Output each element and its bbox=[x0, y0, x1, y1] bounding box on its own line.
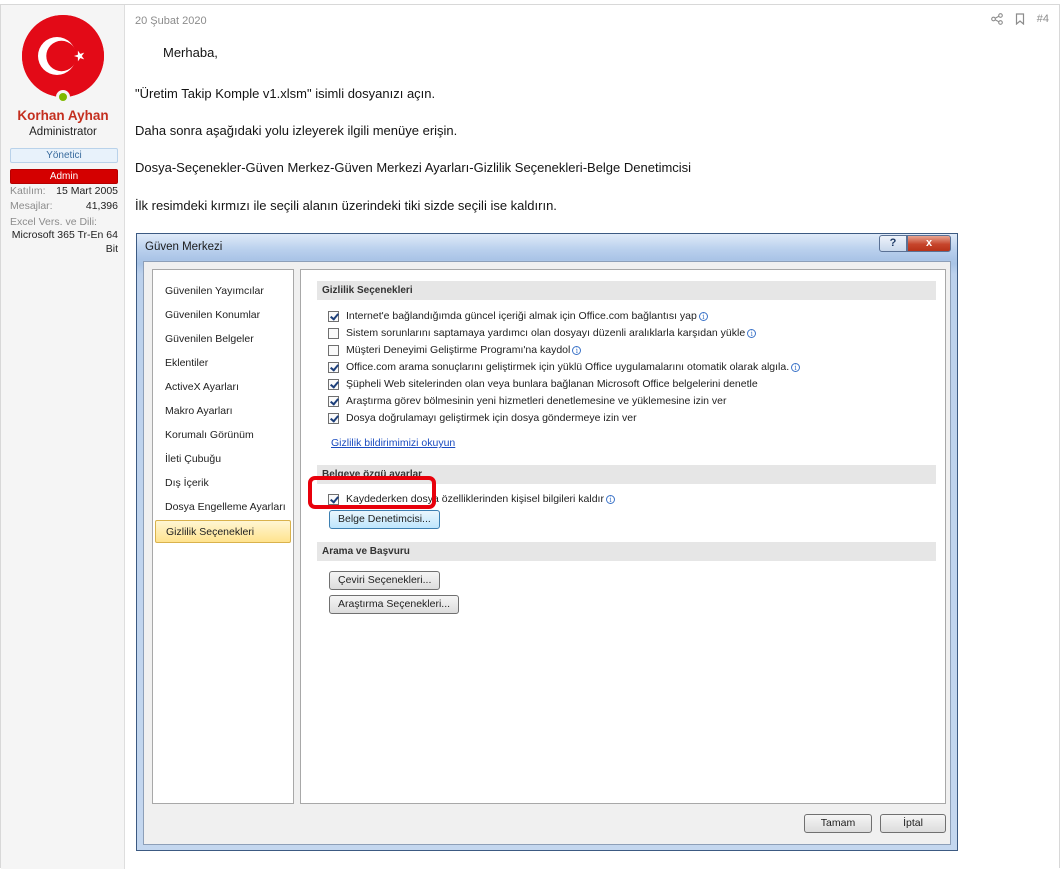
info-icon[interactable]: i bbox=[572, 345, 582, 355]
option-label: Dosya doğrulamayı geliştirmek için dosya… bbox=[346, 412, 637, 424]
user-sidebar: Korhan Ayhan Administrator Yönetici Admi… bbox=[1, 5, 125, 869]
option-label: Araştırma görev bölmesinin yeni hizmetle… bbox=[346, 395, 727, 407]
close-button[interactable]: x bbox=[907, 235, 951, 252]
red-highlight-box bbox=[308, 476, 436, 509]
message-count-label: Mesajlar: bbox=[10, 200, 53, 212]
option-online-content[interactable]: Internet'e bağlandığımda güncel içeriği … bbox=[328, 309, 708, 323]
checkbox[interactable] bbox=[328, 310, 339, 322]
checkbox[interactable] bbox=[328, 361, 339, 373]
paragraph-greeting: Merhaba, bbox=[163, 45, 218, 60]
excel-version-value: Microsoft 365 Tr-En 64 Bit bbox=[11, 229, 118, 255]
nav-item-trusted-documents[interactable]: Güvenilen Belgeler bbox=[155, 328, 291, 351]
nav-item-privacy-options[interactable]: Gizlilik Seçenekleri bbox=[155, 520, 291, 543]
post-date[interactable]: 20 Şubat 2020 bbox=[135, 15, 207, 27]
checkbox[interactable] bbox=[328, 327, 339, 339]
option-troubleshoot-file[interactable]: Sistem sorunlarını saptamaya yardımcı ol… bbox=[328, 326, 757, 340]
help-button[interactable]: ? bbox=[879, 235, 907, 252]
nav-item-trusted-publishers[interactable]: Güvenilen Yayımcılar bbox=[155, 280, 291, 303]
post-actions: #4 bbox=[990, 13, 1049, 25]
privacy-statement-link[interactable]: Gizlilik bildirimimizi okuyun bbox=[331, 437, 455, 449]
info-icon[interactable]: i bbox=[791, 362, 801, 372]
privacy-options-panel: Gizlilik Seçenekleri Internet'e bağlandı… bbox=[300, 269, 946, 804]
option-suspicious-sites[interactable]: Şüpheli Web sitelerinden olan veya bunla… bbox=[328, 377, 758, 391]
paragraph-follow-path: Daha sonra aşağıdaki yolu izleyerek ilgi… bbox=[135, 123, 458, 138]
username[interactable]: Korhan Ayhan bbox=[1, 108, 125, 123]
info-icon[interactable]: i bbox=[747, 328, 757, 338]
share-icon[interactable] bbox=[990, 13, 1003, 25]
paragraph-open-file: "Üretim Takip Komple v1.xlsm" isimli dos… bbox=[135, 86, 436, 101]
dialog-titlebar: Güven Merkezi ? x bbox=[137, 234, 957, 260]
checkbox[interactable] bbox=[328, 378, 339, 390]
join-date-row: Katılım: 15 Mart 2005 bbox=[10, 185, 118, 200]
nav-item-message-bar[interactable]: İleti Çubuğu bbox=[155, 448, 291, 471]
paragraph-menu-path: Dosya-Seçenekler-Güven Merkez-Güven Merk… bbox=[135, 160, 692, 175]
nav-item-macro[interactable]: Makro Ayarları bbox=[155, 400, 291, 423]
trust-center-nav: Güvenilen Yayımcılar Güvenilen Konumlar … bbox=[152, 269, 294, 804]
bookmark-icon[interactable] bbox=[1015, 13, 1025, 25]
option-detect-installed[interactable]: Office.com arama sonuçlarını geliştirmek… bbox=[328, 360, 801, 374]
option-label: Office.com arama sonuçlarını geliştirmek… bbox=[346, 361, 790, 373]
forum-post: Korhan Ayhan Administrator Yönetici Admi… bbox=[0, 4, 1060, 869]
option-label: Şüpheli Web sitelerinden olan veya bunla… bbox=[346, 378, 758, 390]
cancel-button[interactable]: İptal bbox=[880, 814, 946, 833]
checkbox[interactable] bbox=[328, 395, 339, 407]
option-label: Sistem sorunlarını saptamaya yardımcı ol… bbox=[346, 327, 746, 339]
info-icon[interactable]: i bbox=[698, 311, 708, 321]
ok-button[interactable]: Tamam bbox=[804, 814, 872, 833]
checkbox[interactable] bbox=[328, 412, 339, 424]
avatar[interactable] bbox=[22, 15, 104, 97]
option-label: Müşteri Deneyimi Geliştirme Programı'na … bbox=[346, 344, 571, 356]
user-title: Administrator bbox=[29, 126, 97, 138]
privacy-section-header: Gizlilik Seçenekleri bbox=[317, 281, 936, 300]
post-number[interactable]: #4 bbox=[1037, 13, 1049, 25]
dialog-body: Güvenilen Yayımcılar Güvenilen Konumlar … bbox=[143, 261, 951, 845]
info-icon[interactable]: i bbox=[605, 494, 615, 504]
titlebar-buttons: ? x bbox=[879, 235, 951, 252]
option-research-services[interactable]: Araştırma görev bölmesinin yeni hizmetle… bbox=[328, 394, 727, 408]
nav-item-trusted-locations[interactable]: Güvenilen Konumlar bbox=[155, 304, 291, 327]
research-section-header: Arama ve Başvuru bbox=[317, 542, 936, 561]
user-banner-yonetici: Yönetici bbox=[10, 148, 118, 163]
message-count-value: 41,396 bbox=[85, 200, 118, 212]
nav-item-protected-view[interactable]: Korumalı Görünüm bbox=[155, 424, 291, 447]
join-date-value: 15 Mart 2005 bbox=[56, 185, 118, 197]
research-options-button[interactable]: Araştırma Seçenekleri... bbox=[329, 595, 460, 614]
document-inspector-button[interactable]: Belge Denetimcisi... bbox=[329, 510, 440, 529]
option-label: Internet'e bağlandığımda güncel içeriği … bbox=[346, 310, 697, 322]
checkbox[interactable] bbox=[328, 344, 339, 356]
join-date-label: Katılım: bbox=[10, 185, 46, 197]
nav-item-external-content[interactable]: Dış İçerik bbox=[155, 472, 291, 495]
option-file-validation[interactable]: Dosya doğrulamayı geliştirmek için dosya… bbox=[328, 411, 637, 425]
translation-options-button[interactable]: Çeviri Seçenekleri... bbox=[329, 571, 441, 590]
nav-item-file-block[interactable]: Dosya Engelleme Ayarları bbox=[155, 496, 291, 519]
trust-center-screenshot[interactable]: Güven Merkezi ? x Güvenilen Yayımcılar G… bbox=[136, 233, 958, 851]
dialog-title: Güven Merkezi bbox=[145, 241, 223, 253]
excel-version-label: Excel Vers. ve Dili: bbox=[10, 216, 97, 228]
online-status-dot bbox=[56, 90, 70, 104]
user-banner-admin: Admin bbox=[10, 169, 118, 184]
nav-item-activex[interactable]: ActiveX Ayarları bbox=[155, 376, 291, 399]
excel-version-row: Excel Vers. ve Dili: Microsoft 365 Tr-En… bbox=[10, 216, 118, 256]
turkish-flag-icon bbox=[22, 15, 104, 97]
nav-item-addins[interactable]: Eklentiler bbox=[155, 352, 291, 375]
paragraph-uncheck-instruction: İlk resimdeki kırmızı ile seçili alanın … bbox=[135, 198, 557, 213]
message-count-row: Mesajlar: 41,396 bbox=[10, 200, 118, 215]
option-ceip[interactable]: Müşteri Deneyimi Geliştirme Programı'na … bbox=[328, 343, 582, 357]
